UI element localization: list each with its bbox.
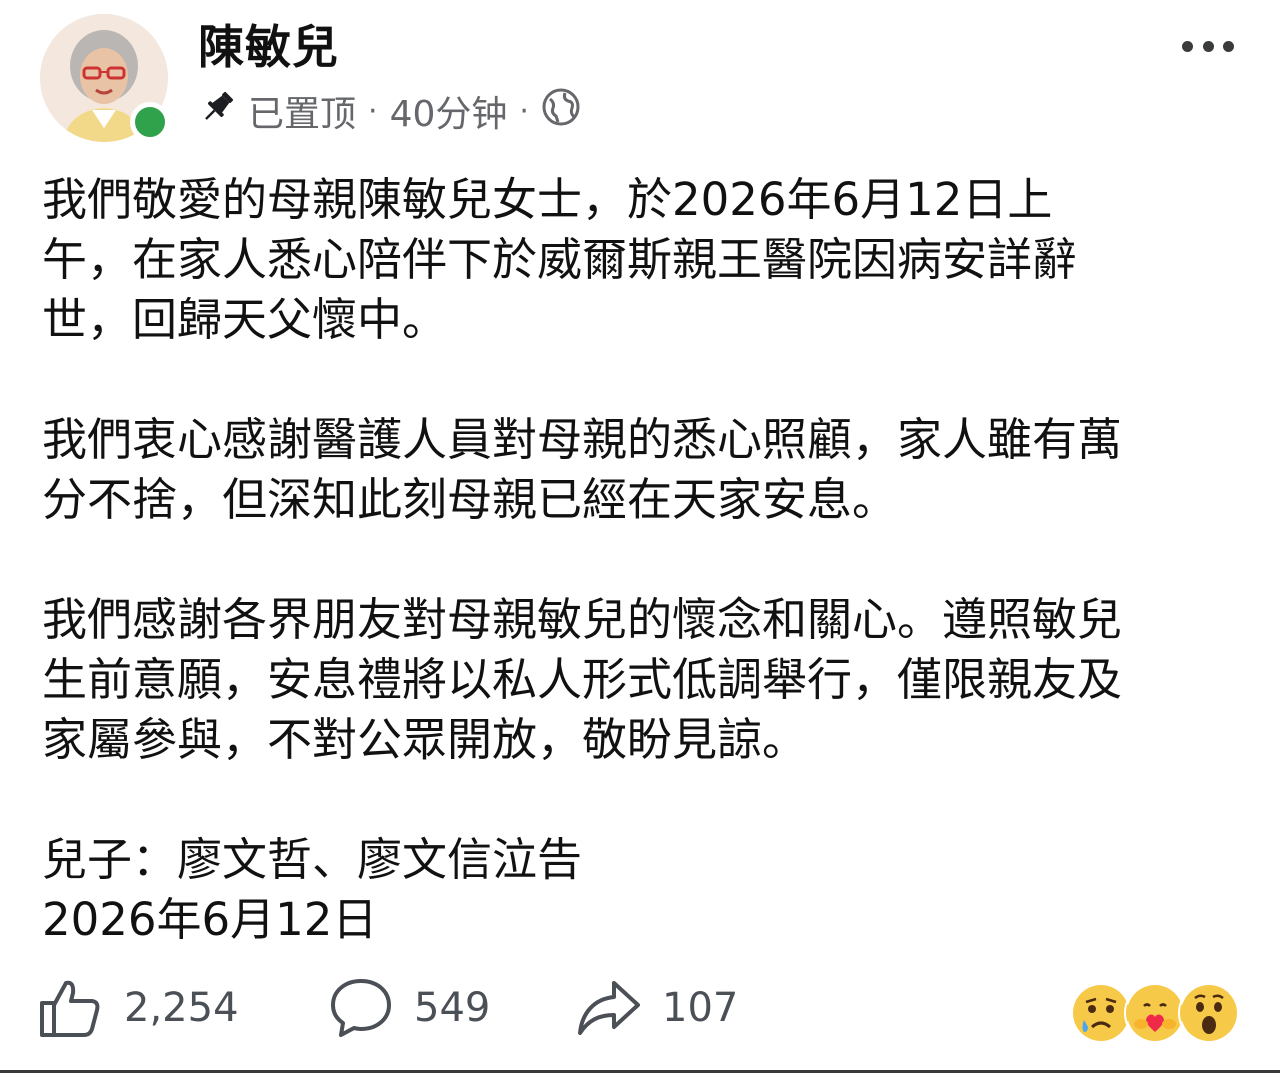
facebook-post: 陳敏兒 已置顶 · 40分钟 · 我們敬愛的母親陳敏兒女士，於2026年6月12…: [0, 0, 1280, 1073]
reaction-summary[interactable]: [1070, 982, 1240, 1044]
author-name[interactable]: 陳敏兒: [198, 22, 339, 73]
globe-icon[interactable]: [541, 87, 581, 136]
care-reaction-icon: [1124, 982, 1186, 1044]
thumbs-up-icon: [38, 975, 104, 1041]
meta-separator: ·: [519, 93, 529, 129]
post-paragraph: 我們感謝各界朋友對母親敏兒的懷念和關心。遵照敏兒 生前意願，安息禮將以私人形式低…: [42, 593, 1123, 766]
share-count: 107: [662, 985, 739, 1031]
post-paragraph: 我們衷心感謝醫護人員對母親的悉心照顧，家人雖有萬 分不捨，但深知此刻母親已經在天…: [42, 413, 1123, 526]
comment-button[interactable]: 549: [328, 975, 576, 1041]
post-meta: 已置顶 · 40分钟 ·: [198, 86, 581, 136]
online-status-dot: [130, 102, 170, 142]
sad-reaction-icon: [1070, 982, 1132, 1044]
signature-line: 兒子：廖文哲、廖文信泣告: [42, 833, 583, 886]
pin-icon: [198, 87, 238, 136]
pinned-label: 已置顶: [248, 94, 357, 135]
share-arrow-icon: [576, 975, 642, 1041]
post-time[interactable]: 40分钟: [390, 85, 508, 137]
post-signature: 兒子：廖文哲、廖文信泣告 2026年6月12日: [42, 830, 1242, 950]
signature-date: 2026年6月12日: [42, 893, 378, 946]
wow-reaction-icon: [1178, 982, 1240, 1044]
like-button[interactable]: 2,254: [38, 975, 328, 1041]
more-options-button[interactable]: [1182, 36, 1234, 56]
post-paragraph: 我們敬愛的母親陳敏兒女士，於2026年6月12日上 午，在家人悉心陪伴下於威爾斯…: [42, 173, 1078, 346]
avatar[interactable]: [40, 14, 172, 146]
meta-separator: ·: [368, 93, 378, 129]
post-text: 我們敬愛的母親陳敏兒女士，於2026年6月12日上 午，在家人悉心陪伴下於威爾斯…: [42, 170, 1242, 950]
post-actions: 2,254 549 107: [38, 968, 776, 1048]
share-button[interactable]: 107: [576, 975, 776, 1041]
comment-bubble-icon: [328, 975, 394, 1041]
like-count: 2,254: [124, 985, 239, 1031]
more-horizontal-icon: [1182, 40, 1193, 52]
comment-count: 549: [414, 985, 491, 1031]
